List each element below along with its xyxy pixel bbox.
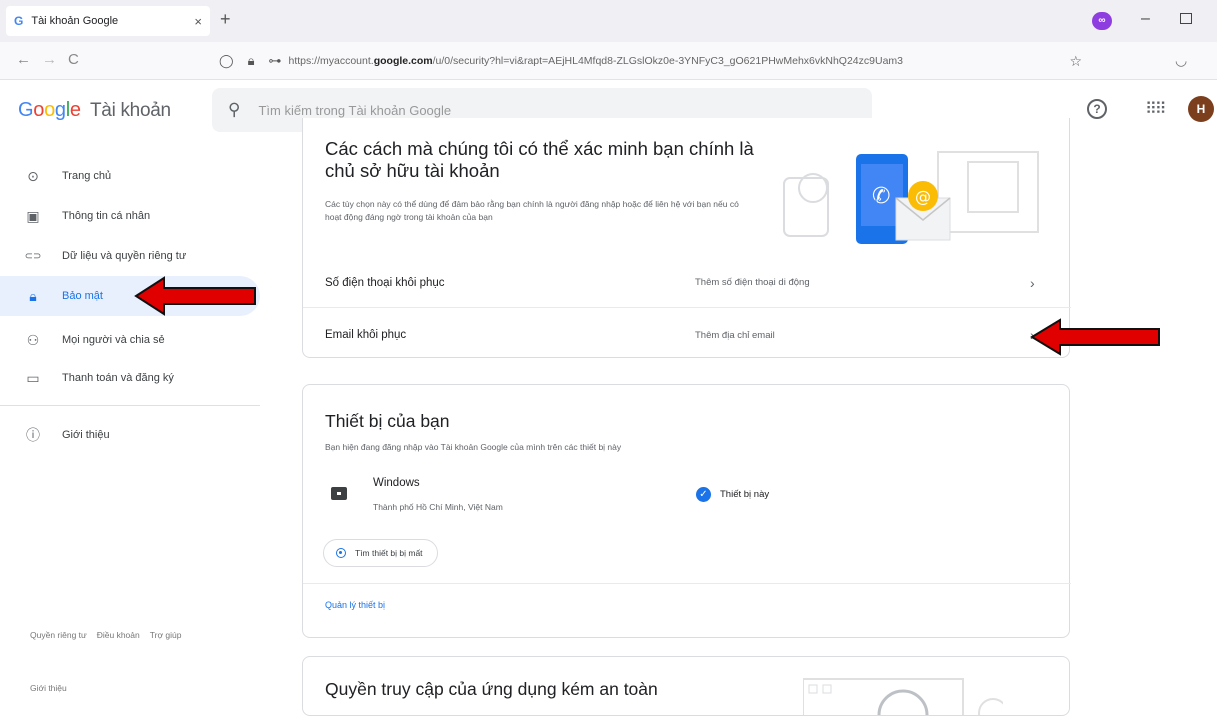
search-icon[interactable]: ⚲ xyxy=(228,100,240,120)
url-text[interactable]: https://myaccount.google.com/u/0/securit… xyxy=(288,55,1061,67)
browser-tab[interactable]: G Tài khoản Google × xyxy=(6,6,210,36)
recovery-illustration: ✆ @ xyxy=(783,151,1039,244)
recovery-email-value: Thêm địa chỉ email xyxy=(695,329,775,341)
lock-icon: 🔒︎ xyxy=(29,287,37,304)
recovery-phone-value: Thêm số điện thoại di động xyxy=(695,277,810,288)
forward-icon[interactable]: → xyxy=(42,51,57,68)
sidebar-divider xyxy=(0,405,260,406)
footer-links: Quyền riêng tư Điều khoản Trợ giúp xyxy=(30,630,181,640)
card-title: Quyền truy cập của ứng dụng kém an toàn xyxy=(325,679,658,699)
sidebar-item-label: Bảo mật xyxy=(62,290,103,302)
find-lost-device-button[interactable]: Tìm thiết bị bị mất xyxy=(323,539,438,567)
computer-icon xyxy=(331,487,347,500)
sidebar: ⊙ Trang chủ ▣ Thông tin cá nhân ⊂⊃ Dữ li… xyxy=(0,140,260,698)
product-name: Tài khoản xyxy=(90,100,171,121)
find-lost-device-label: Tìm thiết bị bị mất xyxy=(355,548,423,558)
less-secure-illustration xyxy=(803,678,1003,715)
people-icon: ⚇ xyxy=(26,331,40,348)
recovery-email-label: Email khôi phục xyxy=(325,329,407,341)
lock-icon[interactable]: 🔒︎ xyxy=(248,53,255,69)
toggle-icon: ⊂⊃ xyxy=(24,250,42,262)
sidebar-item-about[interactable]: ⓘ Giới thiệu xyxy=(0,415,260,455)
annotation-arrow-recovery-email xyxy=(1030,318,1160,356)
recovery-phone-row[interactable]: Số điện thoại khôi phục Thêm số điện tho… xyxy=(303,258,1071,308)
sidebar-item-label: Trang chủ xyxy=(62,170,112,182)
sidebar-item-people-sharing[interactable]: ⚇ Mọi người và chia sẻ xyxy=(0,320,260,360)
sidebar-item-payments[interactable]: ▭ Thanh toán và đăng ký xyxy=(0,358,260,398)
sidebar-item-label: Thanh toán và đăng ký xyxy=(62,372,174,384)
card-divider xyxy=(303,583,1071,584)
about-link[interactable]: Giới thiệu xyxy=(30,683,67,693)
sidebar-item-data-privacy[interactable]: ⊂⊃ Dữ liệu và quyền riêng tư xyxy=(0,236,260,276)
sidebar-item-label: Giới thiệu xyxy=(62,429,110,441)
this-device-label: Thiết bị này xyxy=(720,489,770,500)
apps-grid-icon[interactable]: ⠿⠿ xyxy=(1145,99,1166,119)
annotation-arrow-security xyxy=(134,276,256,316)
star-icon[interactable]: ☆ xyxy=(1069,53,1082,70)
check-circle-icon: ✓ xyxy=(696,487,711,502)
google-account-logo[interactable]: Google Tài khoản xyxy=(18,99,171,122)
info-icon: ⓘ xyxy=(26,427,40,443)
search-placeholder: Tìm kiếm trong Tài khoản Google xyxy=(258,102,452,118)
extension-icon[interactable]: ∞ xyxy=(1092,12,1112,30)
manage-devices-link[interactable]: Quản lý thiết bị xyxy=(325,600,385,610)
help-icon[interactable]: ? xyxy=(1087,99,1107,119)
sidebar-item-label: Dữ liệu và quyền riêng tư xyxy=(62,250,187,262)
pocket-icon[interactable]: ◡ xyxy=(1175,52,1187,69)
window-minimize-button[interactable]: – xyxy=(1141,10,1150,28)
recovery-options-card: Các cách mà chúng tôi có thể xác minh bạ… xyxy=(302,118,1071,360)
back-icon[interactable]: ← xyxy=(16,51,31,68)
sidebar-item-personal-info[interactable]: ▣ Thông tin cá nhân xyxy=(0,196,260,236)
target-icon xyxy=(336,548,346,558)
privacy-link[interactable]: Quyền riêng tư xyxy=(30,630,87,640)
card-title: Các cách mà chúng tôi có thể xác minh bạ… xyxy=(325,138,754,181)
permissions-icon[interactable]: ⊶ xyxy=(268,53,281,69)
sidebar-item-label: Mọi người và chia sẻ xyxy=(62,334,165,346)
tab-title: Tài khoản Google xyxy=(31,15,119,27)
id-card-icon: ▣ xyxy=(26,207,40,224)
device-location: Thành phố Hồ Chí Minh, Việt Nam xyxy=(373,502,503,512)
browser-nav-bar: ← → C ◯ 🔒︎ ⊶ https://myaccount.google.co… xyxy=(0,42,1217,80)
browser-tab-bar: G Tài khoản Google × + ∞ – xyxy=(0,0,1217,42)
shield-icon[interactable]: ◯ xyxy=(219,53,234,69)
this-device-badge: ✓ Thiết bị này xyxy=(696,487,769,502)
tab-close-icon[interactable]: × xyxy=(194,14,202,29)
svg-text:@: @ xyxy=(915,187,931,206)
help-link[interactable]: Trợ giúp xyxy=(150,630,182,640)
avatar[interactable]: H xyxy=(1188,96,1214,122)
sidebar-item-home[interactable]: ⊙ Trang chủ xyxy=(0,156,260,196)
terms-link[interactable]: Điều khoản xyxy=(97,630,140,640)
url-bar[interactable]: ◯ 🔒︎ ⊶ https://myaccount.google.com/u/0/… xyxy=(212,47,1082,75)
window-maximize-button[interactable] xyxy=(1180,13,1192,24)
sidebar-item-label: Thông tin cá nhân xyxy=(62,210,151,222)
recovery-phone-label: Số điện thoại khôi phục xyxy=(325,276,445,289)
reload-icon[interactable]: C xyxy=(68,51,79,68)
device-name[interactable]: Windows xyxy=(373,477,420,489)
card-description: Các tùy chọn này có thể dùng để đảm bảo … xyxy=(325,199,739,222)
recovery-email-row[interactable]: Email khôi phục Thêm địa chỉ email › xyxy=(303,310,1071,360)
chevron-right-icon: › xyxy=(1030,274,1035,291)
less-secure-apps-card: Quyền truy cập của ứng dụng kém an toàn xyxy=(302,656,1070,716)
card-description: Bạn hiện đang đăng nhập vào Tài khoản Go… xyxy=(325,442,622,452)
google-favicon-icon: G xyxy=(14,14,24,28)
card-icon: ▭ xyxy=(26,369,40,386)
devices-card: Thiết bị của bạn Bạn hiện đang đăng nhập… xyxy=(302,384,1071,638)
card-title: Thiết bị của bạn xyxy=(325,411,450,431)
home-icon: ⊙ xyxy=(27,167,39,184)
svg-text:✆: ✆ xyxy=(872,184,890,209)
new-tab-button[interactable]: + xyxy=(220,9,231,30)
